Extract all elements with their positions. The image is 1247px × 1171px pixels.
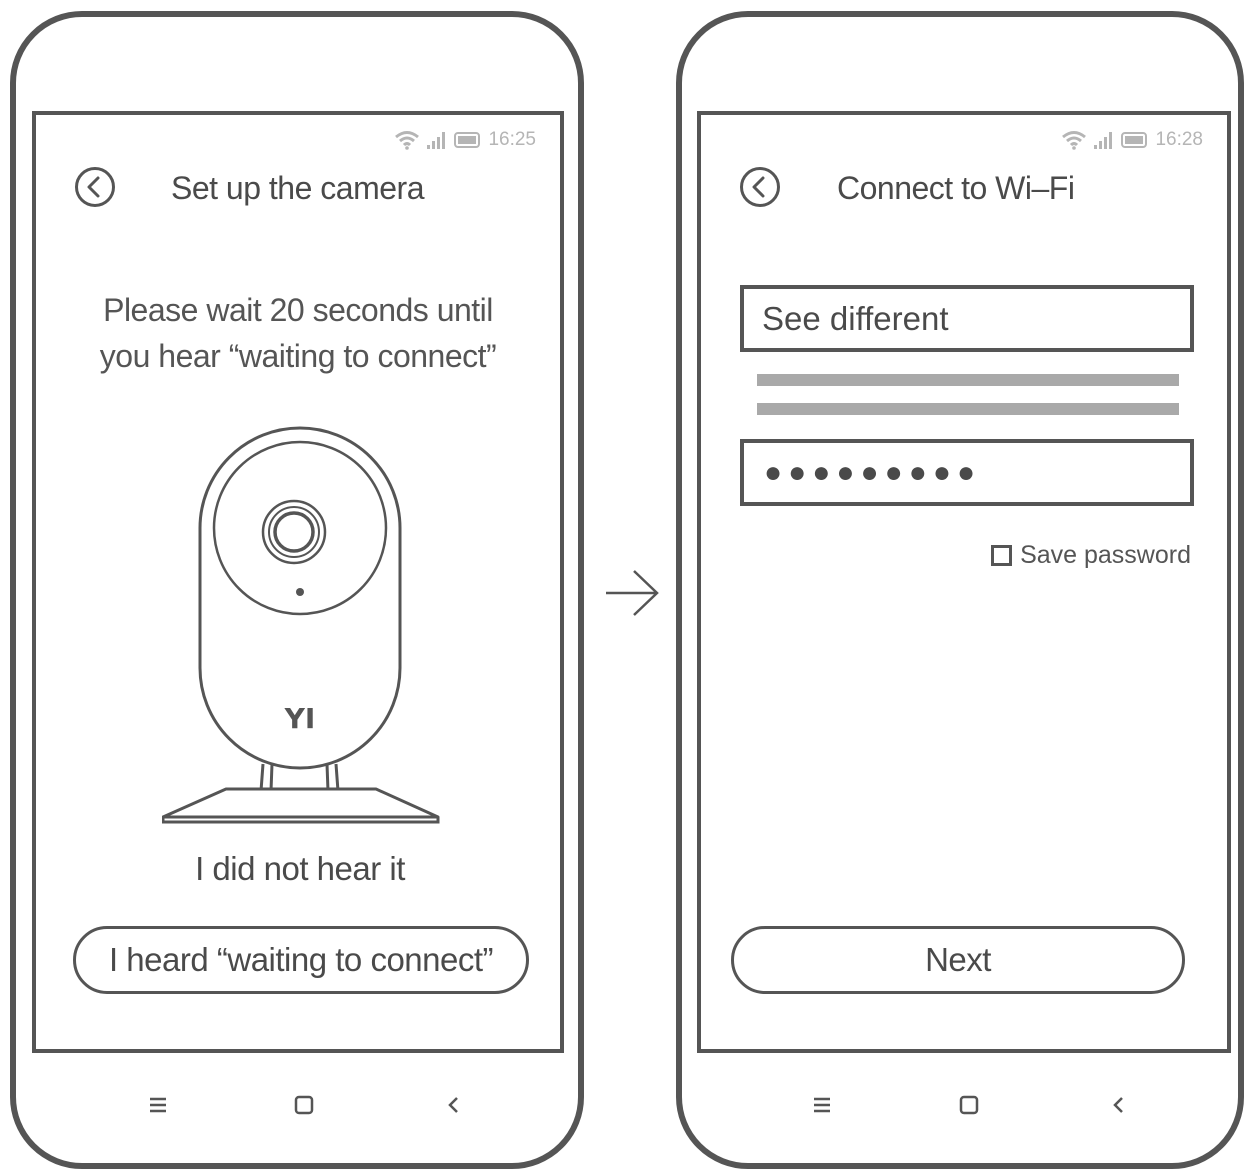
status-time: 16:25 <box>488 129 536 150</box>
wifi-list-placeholder-bar <box>757 374 1179 386</box>
flow-arrow-icon <box>606 570 659 616</box>
home-icon[interactable] <box>294 1093 314 1117</box>
wait-instruction: Please wait 20 seconds until you hear “w… <box>36 287 560 379</box>
did-not-hear-link[interactable]: I did not hear it <box>36 850 564 888</box>
wifi-password-field[interactable]: ●●●●●●●●● <box>740 439 1194 506</box>
status-time: 16:28 <box>1155 129 1203 150</box>
battery-icon <box>1121 132 1148 148</box>
instruction-line-1: Please wait 20 seconds until <box>103 292 493 328</box>
camera-illustration: YI <box>162 426 440 824</box>
wifi-ssid-field[interactable]: See different <box>740 285 1194 352</box>
camera-brand-logo: YI <box>284 702 316 735</box>
page-title: Connect to Wi–Fi <box>837 170 1075 206</box>
phone-connect-wifi: 16:28 Connect to Wi–Fi See different ●●●… <box>676 11 1244 1169</box>
status-bar: 16:28 <box>1061 129 1203 151</box>
status-bar: 16:25 <box>394 129 536 151</box>
menu-icon[interactable] <box>148 1093 168 1117</box>
next-button[interactable]: Next <box>731 926 1185 994</box>
page-title: Set up the camera <box>171 170 424 206</box>
save-password-option[interactable]: Save password <box>991 541 1191 570</box>
back-icon[interactable] <box>1109 1093 1129 1117</box>
signal-icon <box>427 132 446 149</box>
wifi-icon <box>395 131 420 150</box>
phone-setup-camera: 16:25 Set up the camera Please wait 20 s… <box>10 11 584 1169</box>
wifi-list-placeholder-bar <box>757 403 1179 415</box>
wifi-ssid-value: See different <box>762 299 949 337</box>
password-value: ●●●●●●●●● <box>764 455 982 489</box>
wifi-icon <box>1062 131 1087 150</box>
save-password-checkbox[interactable] <box>991 545 1013 566</box>
signal-icon <box>1094 132 1113 149</box>
heard-confirm-button[interactable]: I heard “waiting to connect” <box>73 926 529 994</box>
battery-icon <box>454 132 481 148</box>
instruction-line-2: you hear “waiting to connect” <box>99 338 497 374</box>
save-password-label: Save password <box>1020 541 1191 569</box>
menu-icon[interactable] <box>812 1093 832 1117</box>
screen-connect-wifi: 16:28 Connect to Wi–Fi See different ●●●… <box>697 111 1231 1053</box>
back-circle-icon[interactable] <box>739 166 781 208</box>
screen-setup-camera: 16:25 Set up the camera Please wait 20 s… <box>32 111 564 1053</box>
back-circle-icon[interactable] <box>74 166 116 208</box>
back-icon[interactable] <box>444 1093 464 1117</box>
home-icon[interactable] <box>959 1093 979 1117</box>
